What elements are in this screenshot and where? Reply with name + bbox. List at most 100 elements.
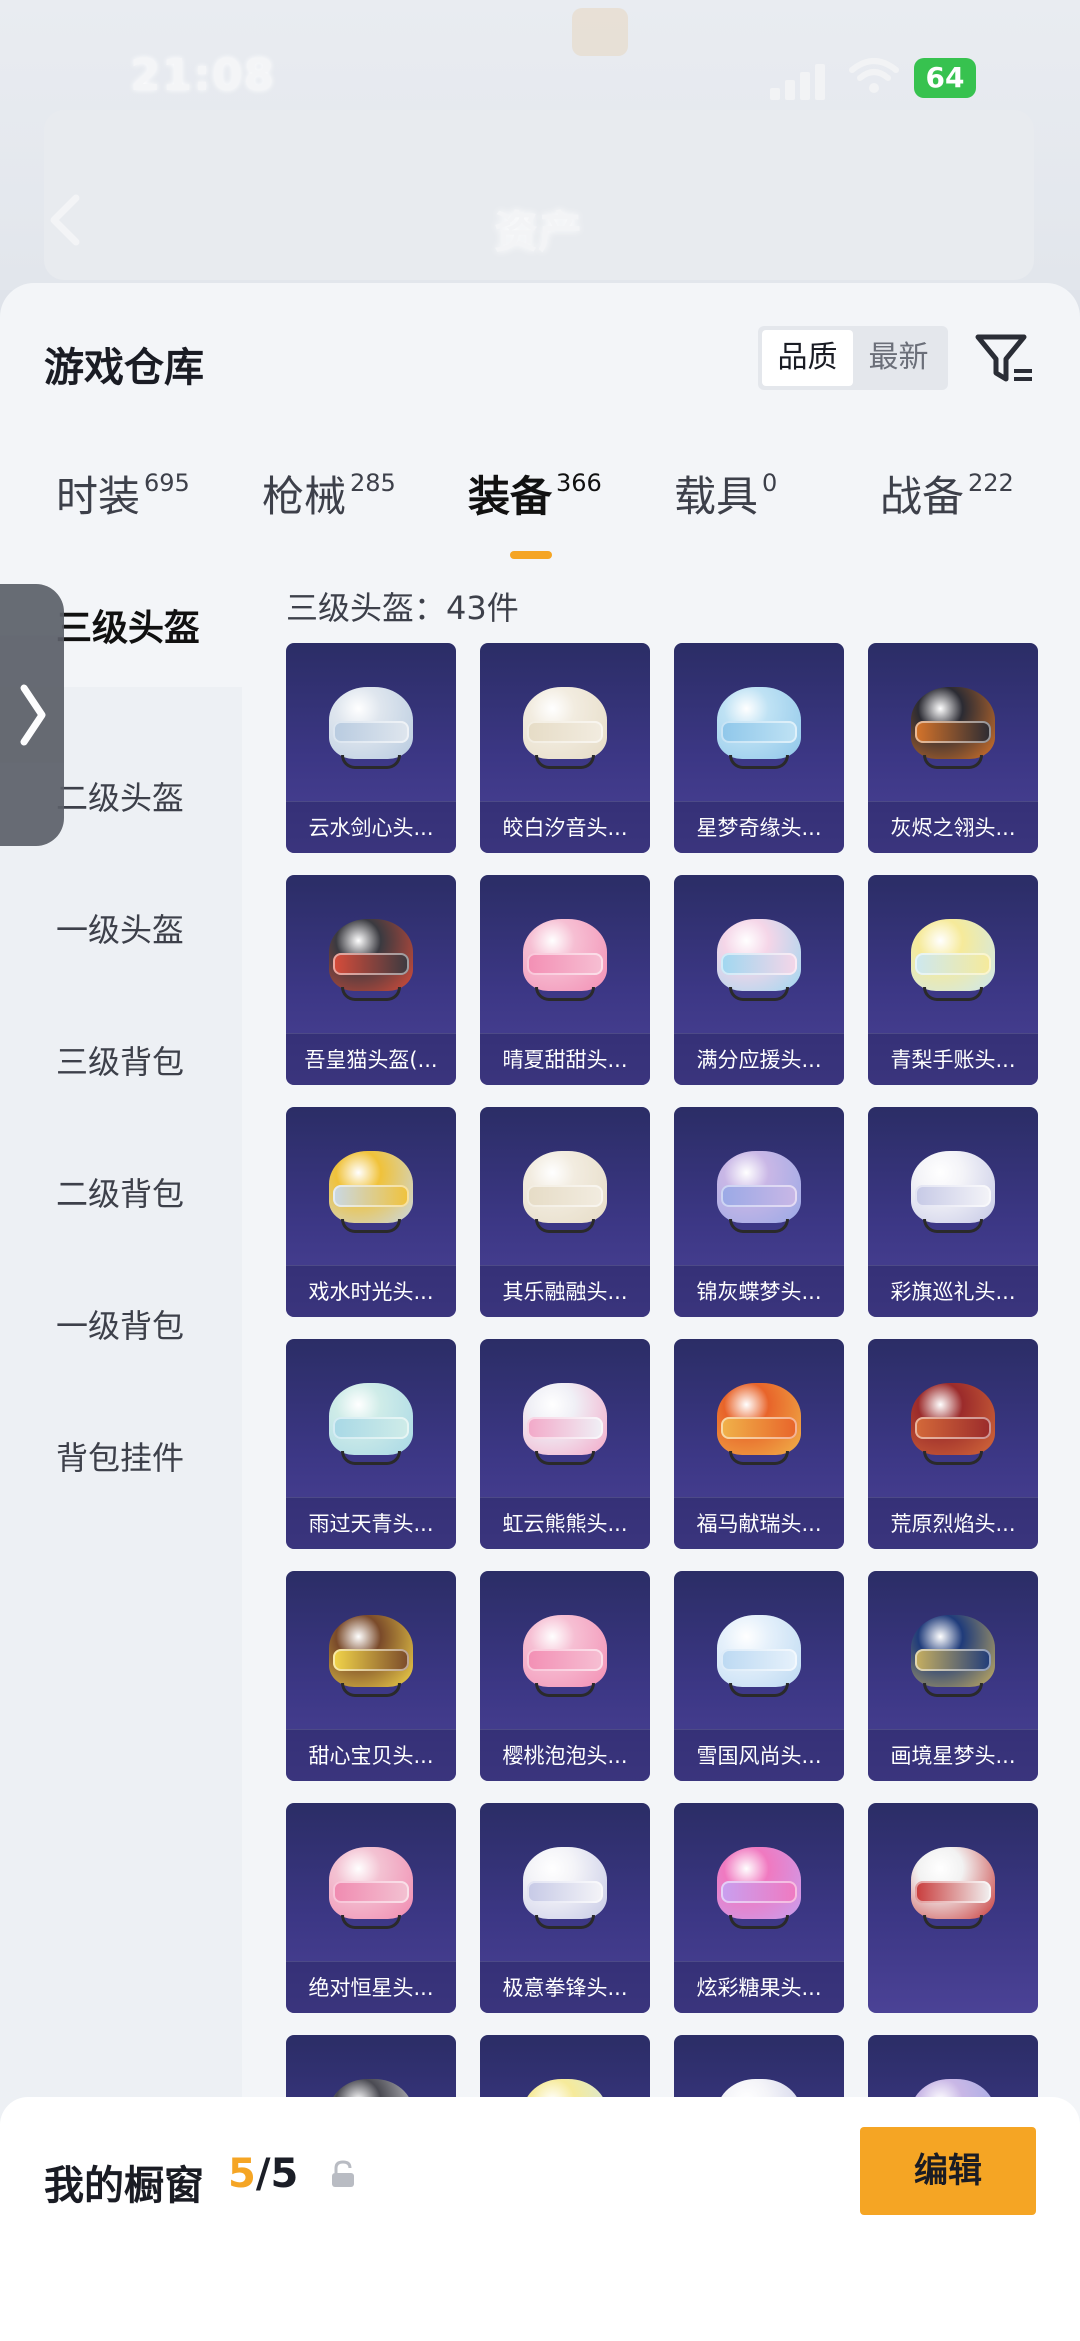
item-card[interactable]: 其乐融融头... xyxy=(480,1107,650,1317)
helmet-image xyxy=(321,681,421,777)
item-card[interactable] xyxy=(868,1803,1038,2013)
helmet-image xyxy=(903,681,1003,777)
tab-weapons[interactable]: 枪械 285 xyxy=(262,463,396,573)
item-label: 戏水时光头... xyxy=(286,1265,456,1317)
item-card[interactable]: 画境星梦头... xyxy=(868,1571,1038,1781)
signal-icon xyxy=(770,60,830,100)
item-label: 锦灰蝶梦头... xyxy=(674,1265,844,1317)
item-count-label: 三级头盔：43件 xyxy=(286,589,519,627)
helmet-image xyxy=(709,1609,809,1705)
tab-supplies[interactable]: 战备 222 xyxy=(880,463,1014,573)
tab-equipment[interactable]: 装备 366 xyxy=(468,463,602,573)
helmet-image xyxy=(321,1377,421,1473)
item-label: 彩旗巡礼头... xyxy=(868,1265,1038,1317)
helmet-image xyxy=(903,1609,1003,1705)
category-tabs: 时装 695 枪械 285 装备 366 载具 0 战备 222 xyxy=(0,463,1080,573)
tab-fashion[interactable]: 时装 695 xyxy=(56,463,190,573)
item-label: 画境星梦头... xyxy=(868,1729,1038,1781)
helmet-image xyxy=(321,1609,421,1705)
edit-button[interactable]: 编辑 xyxy=(860,2127,1036,2215)
helmet-image xyxy=(321,913,421,1009)
item-card[interactable]: 锦灰蝶梦头... xyxy=(674,1107,844,1317)
showcase-bar: 我的橱窗 5/5 编辑 xyxy=(0,2097,1080,2341)
item-card[interactable]: 荒原烈焰头... xyxy=(868,1339,1038,1549)
item-card[interactable]: 樱桃泡泡头... xyxy=(480,1571,650,1781)
helmet-image xyxy=(709,1145,809,1241)
item-label: 雪国风尚头... xyxy=(674,1729,844,1781)
item-label: 福马献瑞头... xyxy=(674,1497,844,1549)
item-card[interactable]: 绝对恒星头... xyxy=(286,1803,456,2013)
helmet-image xyxy=(903,913,1003,1009)
helmet-image xyxy=(515,1841,615,1937)
item-card[interactable]: 晴夏甜甜头... xyxy=(480,875,650,1085)
item-card[interactable]: 虹云熊熊头... xyxy=(480,1339,650,1549)
helmet-image xyxy=(515,681,615,777)
sidebar-item-level3-helmet[interactable]: 三级头盔 xyxy=(56,599,200,651)
item-card[interactable]: 雪国风尚头... xyxy=(674,1571,844,1781)
helmet-image xyxy=(709,1377,809,1473)
item-label: 青梨手账头... xyxy=(868,1033,1038,1085)
sort-quality-button[interactable]: 品质 xyxy=(762,330,853,386)
item-card[interactable]: 戏水时光头... xyxy=(286,1107,456,1317)
helmet-image xyxy=(903,1145,1003,1241)
sidebar-item-level2-helmet[interactable]: 二级头盔 xyxy=(56,773,184,819)
item-label: 极意拳锋头... xyxy=(480,1961,650,2013)
item-card[interactable]: 星梦奇缘头... xyxy=(674,643,844,853)
helmet-image xyxy=(709,1841,809,1937)
helmet-image xyxy=(903,1377,1003,1473)
item-card[interactable]: 吾皇猫头盔(... xyxy=(286,875,456,1085)
sidebar-item-level2-backpack[interactable]: 二级背包 xyxy=(56,1169,184,1215)
item-card[interactable]: 云水剑心头... xyxy=(286,643,456,853)
sort-toggle: 品质 最新 xyxy=(758,326,948,390)
item-label: 樱桃泡泡头... xyxy=(480,1729,650,1781)
lock-icon xyxy=(332,2160,354,2187)
sidebar-item-level1-helmet[interactable]: 一级头盔 xyxy=(56,905,184,951)
helmet-image xyxy=(321,1841,421,1937)
status-time: 21:08 xyxy=(130,50,276,101)
item-card[interactable]: 满分应援头... xyxy=(674,875,844,1085)
notification-icon xyxy=(572,8,628,56)
item-label: 雨过天青头... xyxy=(286,1497,456,1549)
warehouse-sheet: 游戏仓库 品质 最新 时装 695 枪械 285 装备 366 载具 0 战备 222 三… xyxy=(0,283,1080,2341)
sidebar-item-level1-backpack[interactable]: 一级背包 xyxy=(56,1301,184,1347)
item-label: 甜心宝贝头... xyxy=(286,1729,456,1781)
item-label: 星梦奇缘头... xyxy=(674,801,844,853)
item-label: 皎白汐音头... xyxy=(480,801,650,853)
back-icon[interactable] xyxy=(40,190,92,250)
helmet-image xyxy=(709,681,809,777)
item-card[interactable]: 彩旗巡礼头... xyxy=(868,1107,1038,1317)
item-card[interactable]: 福马献瑞头... xyxy=(674,1339,844,1549)
filter-icon[interactable] xyxy=(974,329,1034,389)
sort-latest-button[interactable]: 最新 xyxy=(853,330,944,386)
item-label: 绝对恒星头... xyxy=(286,1961,456,2013)
page-title: 资产 xyxy=(494,207,582,258)
item-card[interactable]: 灰烬之翎头... xyxy=(868,643,1038,853)
helmet-image xyxy=(709,913,809,1009)
tab-vehicles[interactable]: 载具 0 xyxy=(674,463,777,573)
helmet-image xyxy=(515,1377,615,1473)
item-label: 虹云熊熊头... xyxy=(480,1497,650,1549)
item-card[interactable]: 青梨手账头... xyxy=(868,875,1038,1085)
showcase-label: 我的橱窗 xyxy=(44,2163,204,2209)
showcase-count: 5/5 xyxy=(228,2151,299,2197)
battery-indicator: 64 xyxy=(914,58,976,98)
item-card[interactable]: 炫彩糖果头... xyxy=(674,1803,844,2013)
helmet-image xyxy=(321,1145,421,1241)
sidebar-item-backpack-charm[interactable]: 背包挂件 xyxy=(56,1433,184,1479)
item-label: 灰烬之翎头... xyxy=(868,801,1038,853)
chevron-right-icon xyxy=(20,684,46,746)
wifi-icon xyxy=(849,58,899,93)
item-label: 云水剑心头... xyxy=(286,801,456,853)
item-card[interactable]: 极意拳锋头... xyxy=(480,1803,650,2013)
helmet-image xyxy=(515,1609,615,1705)
helmet-image xyxy=(903,1841,1003,1937)
item-label: 晴夏甜甜头... xyxy=(480,1033,650,1085)
item-card[interactable]: 雨过天青头... xyxy=(286,1339,456,1549)
item-card[interactable]: 甜心宝贝头... xyxy=(286,1571,456,1781)
sidebar-expand-handle[interactable] xyxy=(0,584,64,846)
item-card[interactable]: 皎白汐音头... xyxy=(480,643,650,853)
item-label: 吾皇猫头盔(... xyxy=(286,1033,456,1085)
warehouse-title: 游戏仓库 xyxy=(44,345,204,391)
sidebar-item-level3-backpack[interactable]: 三级背包 xyxy=(56,1037,184,1083)
item-label: 荒原烈焰头... xyxy=(868,1497,1038,1549)
